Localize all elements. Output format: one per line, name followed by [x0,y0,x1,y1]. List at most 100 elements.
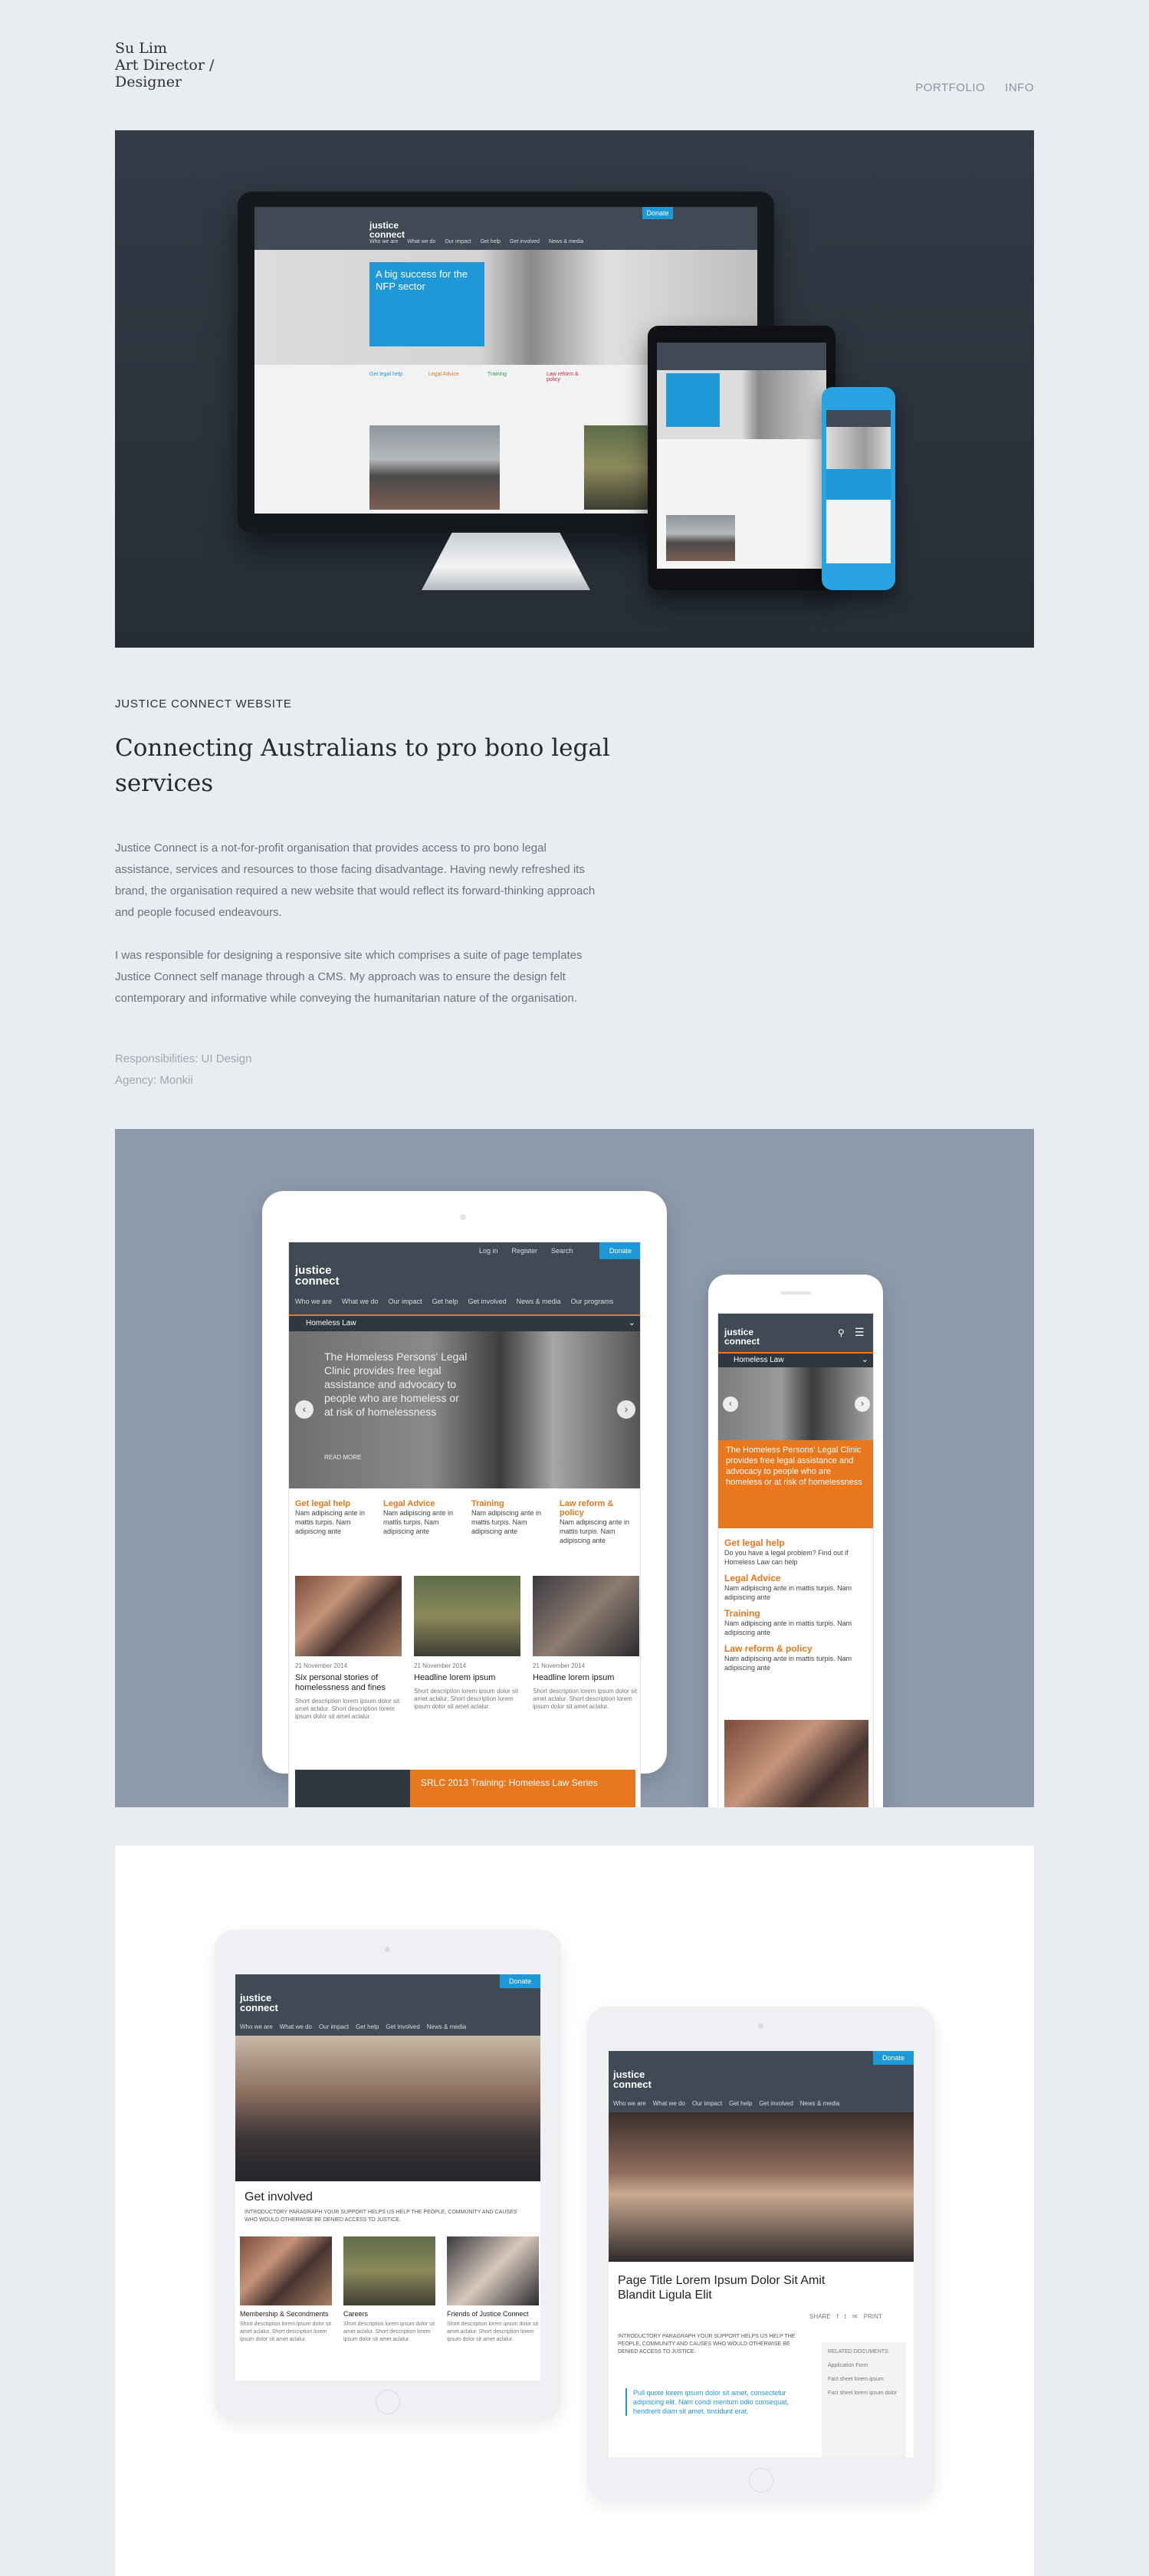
nav-portfolio[interactable]: PORTFOLIO [915,81,985,94]
phone-feature-3-copy: Nam adipiscing ante in mattis turpis. Na… [724,1619,852,1636]
phone-speaker [780,1291,811,1295]
ipad-left-menu-who[interactable]: Who we are [240,2023,273,2030]
ipad-right-menu: Who we are What we do Our impact Get hel… [613,2100,839,2107]
feature-1[interactable]: Get legal help [369,372,412,382]
phone-portrait-screen: justice connect ⚲ ☰ Homeless Law ⌄ ‹ › T… [717,1313,874,1807]
ipad-right-twitter-icon[interactable]: t [845,2313,846,2321]
ipad-feature-4[interactable]: Law reform & policy Nam adipiscing ante i… [560,1499,634,1545]
ipad-menu-involved[interactable]: Get involved [468,1298,507,1305]
ipad-news-1-copy: Short description lorem ipsum dolor sit … [295,1698,400,1720]
ipad-slide-next-icon[interactable]: › [617,1400,635,1419]
ipad-right-home-button[interactable] [749,2468,773,2492]
phone-section-chevron-icon[interactable]: ⌄ [862,1354,868,1364]
ipad-feature-2[interactable]: Legal Advice Nam adipiscing ante in matti… [383,1499,458,1545]
ipad-left-donate-button[interactable]: Donate [500,1974,540,1988]
nav-info[interactable]: INFO [1005,81,1034,94]
phone-feature-2-title[interactable]: Legal Advice [724,1573,868,1583]
ipad-left-card-3[interactable]: Friends of Justice Connect Short descript… [447,2236,539,2344]
ipad-right-menu-who[interactable]: Who we are [613,2100,646,2107]
ipad-right-doc-2[interactable]: Fact sheet lorem ipsum [828,2376,900,2384]
ipad-right-facebook-icon[interactable]: f [837,2313,839,2321]
menu-news[interactable]: News & media [549,239,583,244]
ipad-login-link[interactable]: Log in [479,1247,498,1255]
ipad-menu-programs[interactable]: Our programs [571,1298,614,1305]
ipad-register-link[interactable]: Register [512,1247,538,1255]
phone-feature-4-title[interactable]: Law reform & policy [724,1643,868,1654]
ipad-right-menu-impact[interactable]: Our impact [692,2100,722,2107]
ipad-menu-news[interactable]: News & media [517,1298,561,1305]
ipad-right-menu-what[interactable]: What we do [653,2100,685,2107]
ipad-right-menu-news[interactable]: News & media [800,2100,840,2107]
ipad-left: justice connect Donate Who we are What w… [215,1930,561,2420]
menu-involved[interactable]: Get involved [510,239,540,244]
phone-feature-1-title[interactable]: Get legal help [724,1537,868,1548]
tablet-site-header [657,343,826,370]
ipad-news-3[interactable]: 21 November 2014 Headline lorem ipsum Sh… [533,1576,639,1721]
ipad-left-card-2[interactable]: Careers Short description lorem ipsum dol… [343,2236,435,2344]
phone-slide-callout: The Homeless Persons' Legal Clinic provi… [718,1440,873,1528]
menu-impact[interactable]: Our impact [445,239,471,244]
phone-slide-next-icon[interactable]: › [855,1396,870,1412]
phone-menu-icon[interactable]: ☰ [855,1326,865,1339]
ipad-slide-prev-icon[interactable]: ‹ [295,1400,314,1419]
ipad-section-chevron-icon[interactable]: ⌄ [629,1318,635,1327]
ipad-news-1[interactable]: 21 November 2014 Six personal stories of… [295,1576,402,1721]
ipad-right-doc-3[interactable]: Fact sheet lorem ipsum dolor [828,2390,900,2397]
ipad-search-link[interactable]: Search [551,1247,573,1255]
tablet-news-photo [666,515,735,561]
project-eyebrow: JUSTICE CONNECT WEBSITE [115,697,292,710]
ipad-right-email-icon[interactable]: ✉ [852,2313,858,2321]
phone-slide-photo: ‹ › [718,1367,873,1440]
ipad-right-print-label[interactable]: PRINT [864,2313,882,2321]
donate-button[interactable]: Donate [642,207,673,219]
ipad-right-menu-involved[interactable]: Get involved [759,2100,793,2107]
phone-feature-3-title[interactable]: Training [724,1608,868,1619]
ipad-left-menu-impact[interactable]: Our impact [319,2023,349,2030]
menu-what[interactable]: What we do [407,239,435,244]
ipad-slide-read-more[interactable]: READ MORE [324,1454,361,1461]
feature-4[interactable]: Law reform & policy [547,372,589,382]
ipad-camera [460,1214,466,1220]
ipad-right-doc-1[interactable]: Application Form [828,2362,900,2370]
ipad-donate-button[interactable]: Donate [599,1242,640,1259]
ipad-menu: Who we are What we do Our impact Get hel… [295,1298,613,1305]
ipad-menu-impact[interactable]: Our impact [389,1298,422,1305]
ipad-site-brand: justice connect [295,1264,340,1288]
ipad-menu-what[interactable]: What we do [342,1298,379,1305]
responsive-mockups-section: justice connect Log in Register Search D… [115,1129,1034,1807]
ipad-left-cards: Membership & Secondments Short descriptio… [240,2236,539,2344]
ipad-banner[interactable]: SRLC 2013 Training: Homeless Law Series [295,1770,635,1807]
site-logo[interactable]: Su Lim Art Director / Designer [115,40,214,90]
site-logo-mark: justice connect [369,220,405,240]
ipad-right-menu-help[interactable]: Get help [729,2100,752,2107]
ipad-feature-2-copy: Nam adipiscing ante in mattis turpis. Na… [383,1509,454,1535]
ipad-left-intro: INTRODUCTORY PARAGRAPH YOUR SUPPORT HELP… [245,2210,517,2223]
logo-line-role: Art Director / [115,57,215,74]
ipad-news-2[interactable]: 21 November 2014 Headline lorem ipsum Sh… [414,1576,520,1721]
ipad-menu-help[interactable]: Get help [432,1298,458,1305]
ipad-left-menu-involved[interactable]: Get involved [386,2023,419,2030]
ipad-left-card-2-copy: Short description lorem ipsum dolor sit … [343,2322,435,2342]
ipad-left-menu-help[interactable]: Get help [356,2023,379,2030]
menu-who[interactable]: Who we are [369,239,398,244]
phone-slide-prev-icon[interactable]: ‹ [723,1396,738,1412]
feature-3[interactable]: Training [488,372,530,382]
phone-search-icon[interactable]: ⚲ [838,1327,845,1338]
ipad-menu-who[interactable]: Who we are [295,1298,332,1305]
menu-help[interactable]: Get help [481,239,501,244]
feature-2[interactable]: Legal Advice [428,372,471,382]
phone-site-header [826,410,891,427]
phone-feature-2-copy: Nam adipiscing ante in mattis turpis. Na… [724,1584,852,1601]
ipad-left-card-1-copy: Short description lorem ipsum dolor sit … [240,2322,332,2342]
ipad-left-menu-news[interactable]: News & media [427,2023,467,2030]
ipad-feature-1[interactable]: Get legal help Nam adipiscing ante in mat… [295,1499,369,1545]
phone-site-header-2: justice connect ⚲ ☰ [718,1314,873,1352]
ipad-right-donate-button[interactable]: Donate [873,2051,914,2065]
ipad-left-site-header: justice connect Donate Who we are What w… [235,1974,540,2036]
ipad-left-menu-what[interactable]: What we do [280,2023,312,2030]
ipad-feature-3[interactable]: Training Nam adipiscing ante in mattis tu… [471,1499,546,1545]
ipad-left-home-button[interactable] [376,2390,400,2414]
ipad-left-card-1[interactable]: Membership & Secondments Short descriptio… [240,2236,332,2344]
ipad-left-card-3-photo [447,2236,539,2305]
ipad-left-menu: Who we are What we do Our impact Get hel… [240,2023,466,2030]
